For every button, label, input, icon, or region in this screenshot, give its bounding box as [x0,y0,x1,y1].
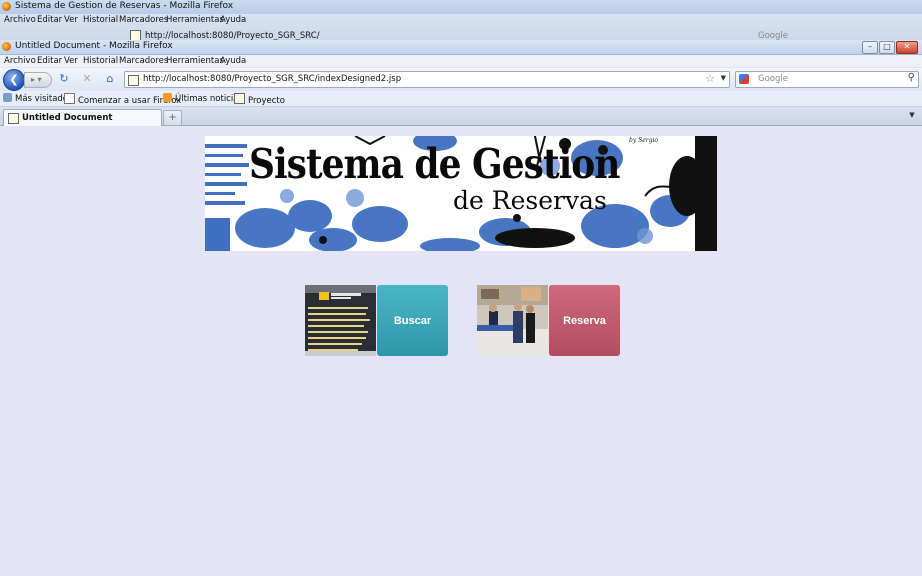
bg-menu-ayuda[interactable]: Ayuda [220,15,246,25]
background-window-title: Sistema de Gestion de Reservas - Mozilla… [15,1,234,11]
menu-herramientas[interactable]: Herramientas [166,56,224,66]
bookmarks-toolbar: Más visitados Comenzar a usar Firefox Úl… [0,91,922,107]
titlebar: Untitled Document - Mozilla Firefox – □ … [0,40,922,55]
page-favicon-icon [234,93,245,104]
background-window: Sistema de Gestion de Reservas - Mozilla… [0,0,922,42]
page-icon [64,93,75,104]
banner-title-line2: de Reservas [453,186,607,215]
stop-icon: ✕ [82,72,92,85]
background-menubar: Archivo Editar Ver Historial Marcadores … [0,14,922,27]
arrow-right-icon: ▸ ▾ [31,75,42,84]
back-button[interactable]: ❮ [3,69,25,91]
close-button[interactable]: ✕ [896,41,918,54]
banner-title-line1: Sistema de Gestion [249,140,620,189]
smart-bookmark-icon [3,93,12,102]
reserva-button[interactable]: Reserva [549,285,620,356]
minimize-button[interactable]: – [862,41,878,54]
departures-board-image[interactable] [305,285,376,356]
home-button[interactable]: ⌂ [103,72,117,86]
reservation-desk-photo [477,285,548,356]
plus-icon: + [168,112,177,123]
new-tab-button[interactable]: + [163,110,182,126]
menu-ver[interactable]: Ver [64,56,78,66]
window-title: Untitled Document - Mozilla Firefox [15,41,173,51]
url-text[interactable]: http://localhost:8080/Proyecto_SGR_SRC/i… [143,74,401,84]
buscar-label: Buscar [393,314,432,327]
maximize-button[interactable]: □ [879,41,895,54]
stop-button[interactable]: ✕ [80,72,94,86]
google-engine-icon[interactable] [739,74,749,84]
tab-label: Untitled Document [22,113,113,123]
page-content: Sistema de Gestion de Reservas by Sergio [0,126,922,576]
bookmark-mas-visitados[interactable]: Más visitados [3,93,72,105]
menu-ayuda[interactable]: Ayuda [220,56,246,66]
bookmark-label: Proyecto [248,96,285,106]
home-icon: ⌂ [106,72,114,85]
menu-archivo[interactable]: Archivo [4,56,36,66]
bookmark-star-icon[interactable]: ☆ [705,72,715,85]
menu-editar[interactable]: Editar [37,56,62,66]
search-icon[interactable]: ⚲ [908,72,915,83]
page-favicon-icon [8,113,19,124]
departures-board-photo [305,285,376,356]
menu-marcadores[interactable]: Marcadores [119,56,168,66]
browser-window: Untitled Document - Mozilla Firefox – □ … [0,40,922,576]
bookmark-label: Últimas noticias [175,94,243,104]
bg-menu-herramientas[interactable]: Herramientas [166,15,224,25]
reload-button[interactable]: ↻ [57,72,71,86]
tab-untitled-document[interactable]: Untitled Document [3,109,162,126]
window-controls: – □ ✕ [862,41,918,54]
firefox-icon [2,42,11,51]
banner-credit: by Sergio [629,137,659,144]
url-dropdown-icon[interactable]: ▼ [721,74,726,82]
chevron-down-icon: ▼ [909,111,915,119]
bookmark-proyecto[interactable]: Proyecto [234,93,285,106]
bg-menu-editar[interactable]: Editar [37,15,62,25]
navigation-toolbar: ❮ ▸ ▾ ↻ ✕ ⌂ http://localhost:8080/Proyec… [0,68,922,91]
buscar-button[interactable]: Buscar [377,285,448,356]
url-bar[interactable]: http://localhost:8080/Proyecto_SGR_SRC/i… [124,71,730,88]
rss-feed-icon [163,93,172,102]
reload-icon: ↻ [59,72,69,85]
tab-bar: Untitled Document + ▼ [0,107,922,126]
bg-menu-archivo[interactable]: Archivo [4,15,36,25]
reservation-desk-image[interactable] [477,285,548,356]
firefox-icon [2,2,11,11]
site-banner: Sistema de Gestion de Reservas by Sergio [205,136,717,251]
bookmark-ultimas-noticias[interactable]: Últimas noticias [163,93,243,105]
list-all-tabs-button[interactable]: ▼ [906,111,918,123]
arrow-left-icon: ❮ [9,73,19,86]
background-titlebar: Sistema de Gestion de Reservas - Mozilla… [0,0,922,14]
search-input[interactable]: Google [758,74,788,84]
menubar: Archivo Editar Ver Historial Marcadores … [0,55,922,67]
bg-menu-ver[interactable]: Ver [64,15,78,25]
forward-button[interactable]: ▸ ▾ [24,72,52,88]
menu-historial[interactable]: Historial [83,56,118,66]
reserva-label: Reserva [563,314,606,327]
bg-menu-marcadores[interactable]: Marcadores [119,15,168,25]
page-favicon-icon [128,75,139,86]
bg-menu-historial[interactable]: Historial [83,15,118,25]
search-box[interactable]: Google ⚲ [735,71,919,88]
